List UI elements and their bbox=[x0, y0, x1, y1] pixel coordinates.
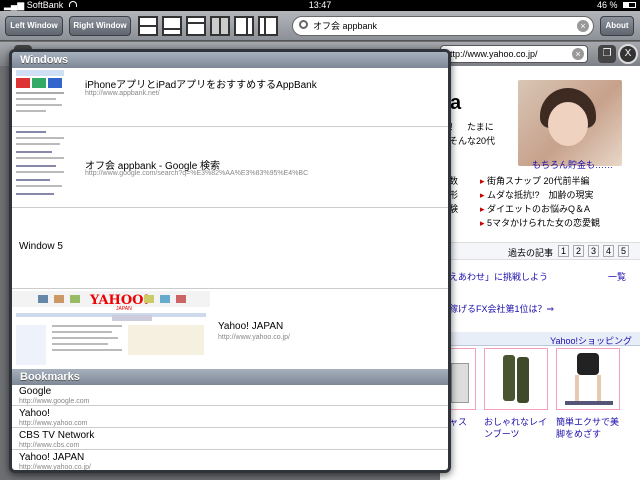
bookmark-url: http://www.cbs.com bbox=[19, 442, 80, 449]
battery-group: 46 % bbox=[597, 0, 636, 11]
window-thumbnail bbox=[12, 68, 70, 126]
clear-url-icon[interactable]: × bbox=[572, 48, 584, 60]
ipad-screen: ▂▄▆ SoftBank 13:47 46 % Left Window Righ… bbox=[0, 0, 640, 480]
left-window-button[interactable]: Left Window bbox=[5, 16, 63, 36]
product-title[interactable]: 簡単エクサで美脚をめざす bbox=[556, 416, 622, 440]
window-title: Yahoo! JAPAN bbox=[218, 321, 284, 332]
bookmark-item[interactable]: Yahoo! http://www.yahoo.com bbox=[12, 407, 448, 428]
window-url: http://www.appbank.net/ bbox=[85, 90, 160, 97]
article-link[interactable]: ムダな抵抗!? 加齢の現実 bbox=[487, 190, 594, 200]
main-toolbar: Left Window Right Window オフ会 appbank × A… bbox=[0, 11, 640, 41]
window-url: http://www.google.com/search?q=%E3%82%AA… bbox=[85, 170, 309, 177]
product-title[interactable]: おしゃれなレインブーツ bbox=[484, 416, 550, 440]
window-title: iPhoneアプリとiPadアプリをおすすめするAppBank bbox=[85, 80, 317, 91]
bookmark-item[interactable]: Yahoo! JAPAN http://www.yahoo.co.jp/ bbox=[12, 451, 448, 471]
bookmark-url: http://www.yahoo.co.jp/ bbox=[19, 464, 91, 471]
bookmark-item[interactable]: CBS TV Network http://www.cbs.com bbox=[12, 429, 448, 450]
right-window-button[interactable]: Right Window bbox=[69, 16, 131, 36]
article-link[interactable]: 街角スナップ 20代前半編 bbox=[487, 176, 590, 186]
promo-photo[interactable] bbox=[518, 80, 622, 166]
bookmark-title: Yahoo! bbox=[19, 408, 50, 419]
layout-left-large-icon[interactable] bbox=[234, 16, 254, 36]
url-field[interactable]: http://www.yahoo.co.jp/ × bbox=[440, 45, 588, 63]
fx-link[interactable]: も稼げるFX会社第1位は？⇒ bbox=[440, 302, 554, 315]
search-icon bbox=[299, 20, 308, 29]
bookmark-title: CBS TV Network bbox=[19, 430, 95, 441]
page-link[interactable]: 2 bbox=[573, 245, 585, 257]
window-item[interactable]: Window 5 bbox=[12, 208, 448, 289]
layout-split-vertical-icon[interactable] bbox=[210, 16, 230, 36]
url-value: http://www.yahoo.co.jp/ bbox=[445, 49, 538, 59]
pager-bar: 過去の記事 1 2 3 4 5 bbox=[440, 242, 640, 260]
banner-list-link[interactable]: 一覧 bbox=[608, 270, 626, 283]
clock: 13:47 bbox=[308, 0, 332, 10]
windows-bookmarks-popover: Windows iPhoneアプリとiPadアプリをおすすめするAppBank … bbox=[9, 49, 451, 473]
window-item[interactable]: オフ会 appbank - Google 検索 http://www.googl… bbox=[12, 127, 448, 208]
article-link-list: ▸ 街角スナップ 20代前半編 ▸ ムダな抵抗!? 加齢の現実 ▸ ダイエットの… bbox=[480, 176, 601, 228]
window-item[interactable]: YAHOO! JAPAN Yahoo! JAPAN http://www.yah… bbox=[12, 289, 448, 369]
product-image[interactable] bbox=[556, 348, 620, 410]
yahoo-logo-sub: JAPAN bbox=[116, 306, 132, 312]
status-bar: ▂▄▆ SoftBank 13:47 46 % bbox=[0, 0, 640, 11]
shopping-header: Yahoo!ショッピング bbox=[450, 332, 640, 346]
search-value: オフ会 appbank bbox=[313, 21, 378, 31]
right-window-webview: a 球！ たまに 。そんな20代 もちろん貯金も…… 回数 体形 経験 る ▸ … bbox=[440, 66, 640, 480]
close-window-icon[interactable]: X bbox=[618, 44, 638, 64]
search-input[interactable]: オフ会 appbank × bbox=[292, 16, 594, 36]
layout-split-horizontal-icon[interactable] bbox=[138, 16, 158, 36]
layout-top-large-icon[interactable] bbox=[162, 16, 182, 36]
bookmark-title: Yahoo! JAPAN bbox=[19, 452, 85, 463]
page-link[interactable]: 5 bbox=[618, 245, 630, 257]
windows-header: Windows bbox=[12, 52, 448, 68]
page-fragment-letter: a bbox=[450, 92, 462, 114]
past-articles-label: 過去の記事 bbox=[508, 248, 554, 258]
window-title: Window 5 bbox=[19, 241, 63, 252]
window-thumbnail bbox=[12, 127, 70, 207]
product-image[interactable] bbox=[484, 348, 548, 410]
window-thumbnail: YAHOO! JAPAN bbox=[12, 289, 210, 369]
battery-icon bbox=[623, 2, 636, 8]
layout-bottom-large-icon[interactable] bbox=[186, 16, 206, 36]
banner-link[interactable]: こえあわせ」に挑戦しよう bbox=[440, 270, 548, 283]
clear-search-icon[interactable]: × bbox=[577, 20, 589, 32]
about-button[interactable]: About bbox=[600, 16, 634, 36]
bookmarks-header: Bookmarks bbox=[12, 369, 448, 385]
page-link[interactable]: 3 bbox=[588, 245, 600, 257]
window-url: http://www.yahoo.co.jp/ bbox=[218, 334, 290, 341]
tabs-icon[interactable]: ❐ bbox=[598, 45, 616, 63]
bookmark-url: http://www.yahoo.com bbox=[19, 420, 88, 427]
article-link[interactable]: 5マタかけられた女の恋愛観 bbox=[487, 218, 600, 228]
bookmark-item[interactable]: Google http://www.google.com bbox=[12, 385, 448, 406]
article-link[interactable]: ダイエットのお悩みQ＆A bbox=[487, 204, 590, 214]
layout-right-large-icon[interactable] bbox=[258, 16, 278, 36]
window-item[interactable]: iPhoneアプリとiPadアプリをおすすめするAppBank http://w… bbox=[12, 68, 448, 127]
page-link[interactable]: 1 bbox=[558, 245, 570, 257]
bookmark-url: http://www.google.com bbox=[19, 398, 90, 405]
promo-caption[interactable]: もちろん貯金も…… bbox=[532, 158, 613, 171]
battery-percent: 46 % bbox=[596, 0, 618, 10]
shopping-label[interactable]: Yahoo!ショッピング bbox=[550, 334, 632, 347]
page-link[interactable]: 4 bbox=[603, 245, 615, 257]
bookmark-title: Google bbox=[19, 386, 52, 397]
